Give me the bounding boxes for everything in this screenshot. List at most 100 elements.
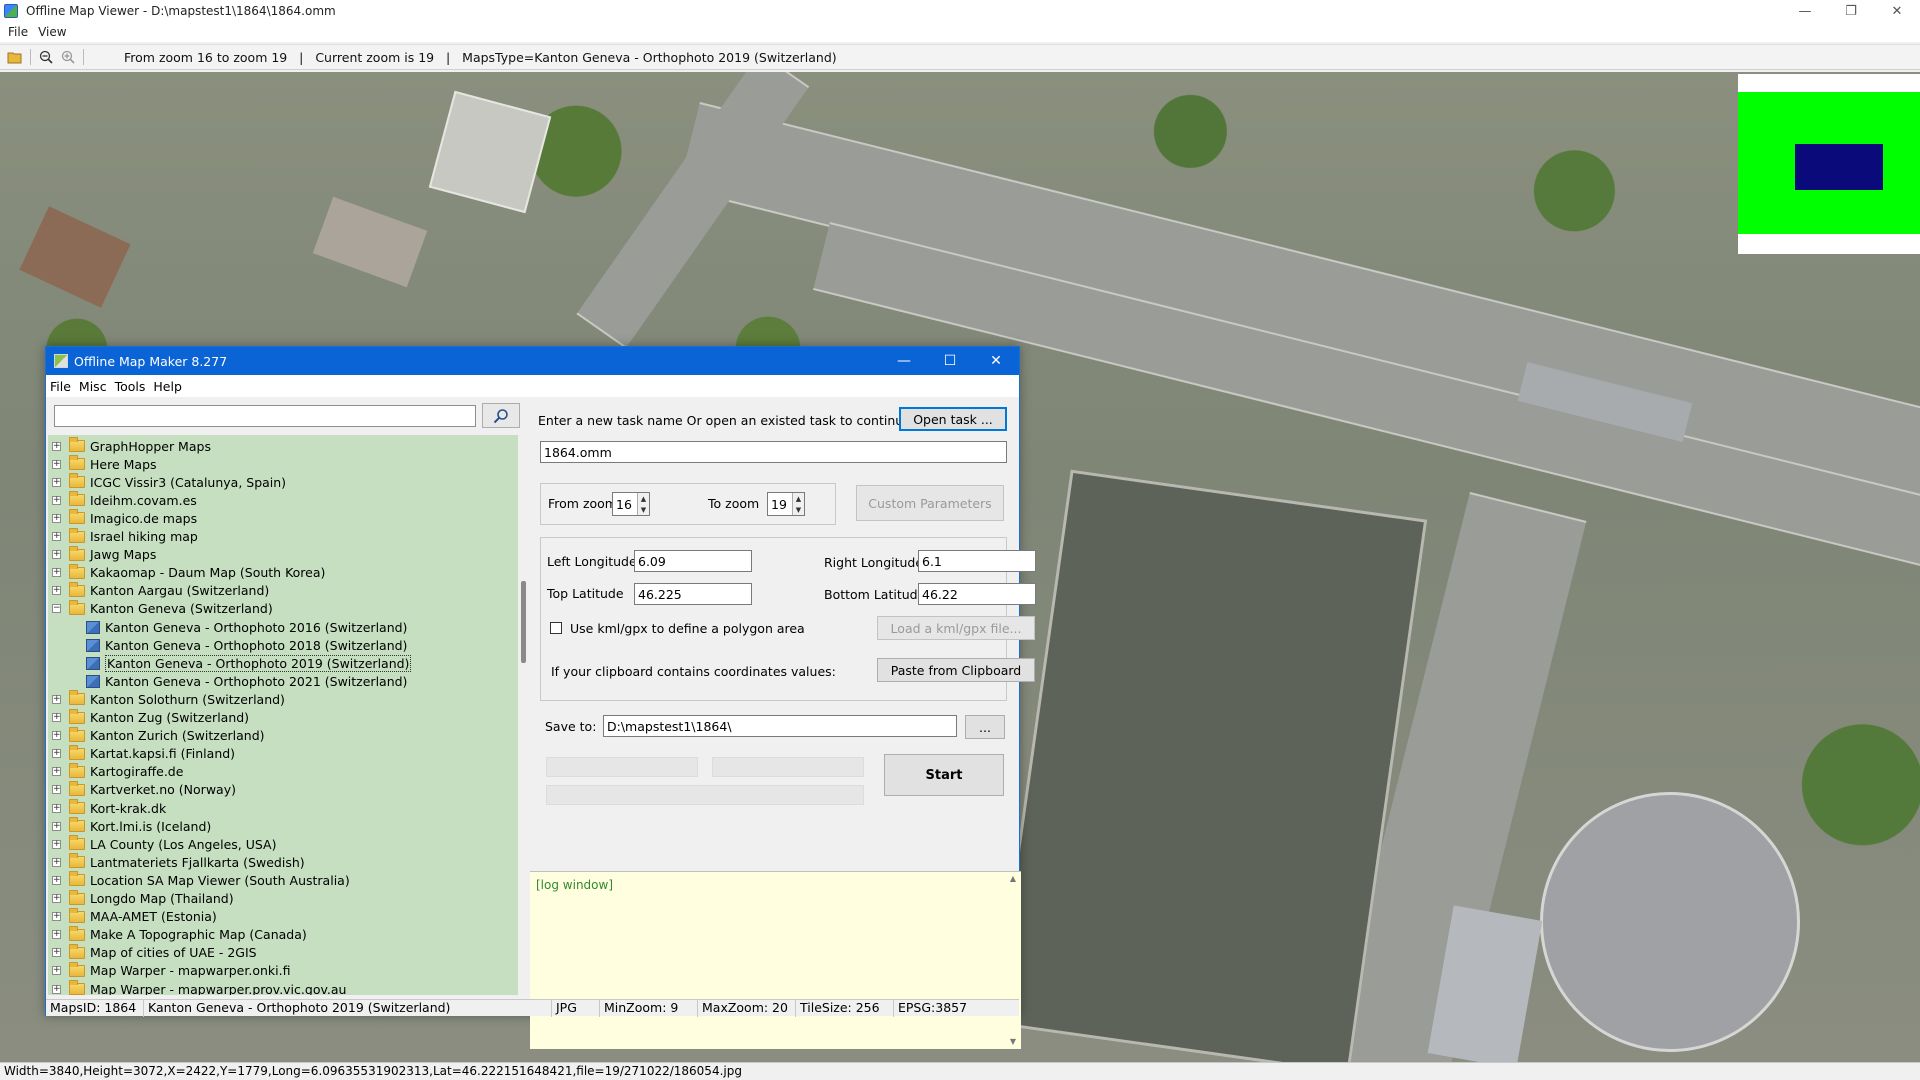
menu-help[interactable]: Help (153, 379, 190, 394)
maximize-icon[interactable]: ☐ (927, 347, 973, 375)
open-task-button[interactable]: Open task ... (899, 407, 1007, 431)
expand-icon[interactable]: + (52, 948, 61, 958)
load-kml-button[interactable]: Load a kml/gpx file... (877, 616, 1035, 640)
tree-item[interactable]: + LA County (Los Angeles, USA) (48, 835, 277, 853)
spin-up-icon[interactable]: ▲ (796, 495, 801, 503)
start-button[interactable]: Start (884, 754, 1004, 796)
paste-clipboard-button[interactable]: Paste from Clipboard (877, 658, 1035, 682)
tree-item[interactable]: + Kort-krak.dk (48, 799, 166, 817)
tree-item[interactable]: + Ideihm.covam.es (48, 491, 197, 509)
search-button[interactable] (482, 403, 520, 428)
tree-item[interactable]: + Make A Topographic Map (Canada) (48, 925, 307, 944)
to-zoom-spinner[interactable]: ▲ ▼ (792, 493, 804, 515)
tree-item[interactable]: + Kanton Zug (Switzerland) (48, 708, 249, 727)
spin-down-icon[interactable]: ▼ (641, 506, 646, 514)
expand-icon[interactable]: + (52, 894, 61, 903)
tree-item[interactable]: + Kakaomap - Daum Map (South Korea) (48, 563, 325, 582)
tree-item[interactable]: + Kartverket.no (Norway) (48, 780, 236, 799)
browse-button[interactable]: ... (965, 715, 1005, 739)
expand-icon[interactable]: + (52, 930, 61, 940)
scroll-down-icon[interactable]: ▼ (1007, 1037, 1019, 1046)
menu-tools[interactable]: Tools (115, 379, 154, 394)
tree-item[interactable]: + ICGC Vissir3 (Catalunya, Spain) (48, 473, 286, 491)
menu-view[interactable]: View (36, 25, 74, 39)
expand-icon[interactable]: + (52, 477, 61, 487)
tree-scrollbar-thumb[interactable] (521, 581, 526, 663)
tree-scrollbar[interactable] (518, 435, 530, 995)
expand-icon[interactable]: + (52, 785, 61, 795)
log-scrollbar[interactable]: ▲ ▼ (1007, 874, 1019, 1046)
expand-icon[interactable]: + (52, 803, 61, 813)
left-longitude-field[interactable]: 6.09 (634, 550, 752, 572)
minimap-viewport[interactable] (1795, 144, 1883, 190)
tree-item[interactable]: + Imagico.de maps (48, 509, 197, 527)
expand-icon[interactable]: + (52, 966, 61, 976)
save-to-field[interactable]: D:\mapstest1\1864\ (603, 715, 957, 737)
tree-item[interactable]: + Map Warper - mapwarper.onki.fi (48, 961, 290, 980)
tree-item[interactable]: Kanton Geneva - Orthophoto 2019 (Switzer… (48, 654, 412, 672)
zoom-out-icon[interactable] (35, 47, 57, 67)
spin-up-icon[interactable]: ▲ (641, 495, 646, 503)
expand-icon[interactable]: + (52, 568, 61, 578)
from-zoom-stepper[interactable]: 16 ▲ ▼ (612, 492, 650, 516)
expand-icon[interactable]: + (52, 912, 61, 922)
tree-item[interactable]: + Kort.lmi.is (Iceland) (48, 817, 211, 835)
minimap[interactable] (1738, 74, 1920, 254)
minimize-icon[interactable]: — (881, 347, 927, 375)
scroll-up-icon[interactable]: ▲ (1007, 874, 1019, 883)
to-zoom-stepper[interactable]: 19 ▲ ▼ (767, 492, 805, 516)
zoom-in-icon[interactable] (57, 47, 79, 67)
expand-icon[interactable]: + (52, 767, 61, 777)
expand-icon[interactable]: + (52, 857, 61, 867)
tree-item[interactable]: + MAA-AMET (Estonia) (48, 907, 217, 926)
custom-parameters-button[interactable]: Custom Parameters (856, 485, 1004, 521)
menu-file[interactable]: File (6, 25, 36, 39)
tree-item[interactable]: + Longdo Map (Thailand) (48, 889, 234, 908)
tree-item[interactable]: + Kartogiraffe.de (48, 762, 183, 781)
dialog-titlebar[interactable]: Offline Map Maker 8.277 — ☐ ✕ (46, 347, 1019, 375)
expand-icon[interactable]: + (52, 749, 61, 759)
bottom-latitude-field[interactable]: 46.22 (918, 583, 1036, 605)
tree-item[interactable]: + Kanton Zurich (Switzerland) (48, 726, 265, 745)
tree-item[interactable]: + Jawg Maps (48, 545, 156, 564)
collapse-icon[interactable]: − (52, 604, 61, 614)
expand-icon[interactable]: + (52, 713, 61, 722)
expand-icon[interactable]: + (52, 532, 61, 541)
tree-item[interactable]: + Kanton Solothurn (Switzerland) (48, 690, 285, 708)
kml-polygon-checkbox[interactable] (550, 622, 562, 634)
expand-icon[interactable]: + (52, 821, 61, 831)
close-icon[interactable]: ✕ (1874, 0, 1920, 22)
spin-down-icon[interactable]: ▼ (796, 506, 801, 514)
expand-icon[interactable]: + (52, 731, 61, 741)
log-window[interactable]: [log window] ▲ ▼ (530, 871, 1021, 1049)
tree-item[interactable]: + Map Warper - mapwarper.prov.vic.gov.au (48, 980, 346, 995)
top-latitude-field[interactable]: 46.225 (634, 583, 752, 605)
expand-icon[interactable]: + (52, 513, 61, 523)
minimize-icon[interactable]: — (1782, 0, 1828, 22)
tree-item[interactable]: + Here Maps (48, 455, 157, 473)
expand-icon[interactable]: + (52, 586, 61, 596)
tree-item[interactable]: + Location SA Map Viewer (South Australia… (48, 871, 350, 889)
menu-misc[interactable]: Misc (79, 379, 115, 394)
expand-icon[interactable]: + (52, 694, 61, 704)
from-zoom-spinner[interactable]: ▲ ▼ (637, 493, 649, 515)
expand-icon[interactable]: + (52, 875, 61, 885)
tree-item[interactable]: + Kartat.kapsi.fi (Finland) (48, 744, 235, 763)
expand-icon[interactable]: + (52, 459, 61, 469)
expand-icon[interactable]: + (52, 441, 61, 451)
tree-item[interactable]: + Lantmateriets Fjallkarta (Swedish) (48, 853, 305, 871)
close-icon[interactable]: ✕ (973, 347, 1019, 375)
tree-item[interactable]: Kanton Geneva - Orthophoto 2018 (Switzer… (48, 636, 407, 654)
right-longitude-field[interactable]: 6.1 (918, 550, 1036, 572)
tree-item[interactable]: − Kanton Geneva (Switzerland) (48, 599, 273, 618)
tree-item[interactable]: Kanton Geneva - Orthophoto 2016 (Switzer… (48, 618, 407, 636)
map-source-tree[interactable]: + GraphHopper Maps + Here Maps + ICGC Vissir3… (48, 435, 518, 995)
expand-icon[interactable]: + (52, 984, 61, 994)
tree-item[interactable]: + GraphHopper Maps (48, 437, 211, 455)
expand-icon[interactable]: + (52, 550, 61, 560)
tree-item[interactable]: Kanton Geneva - Orthophoto 2021 (Switzer… (48, 672, 407, 690)
task-name-field[interactable]: 1864.omm (540, 441, 1007, 463)
expand-icon[interactable]: + (52, 495, 61, 505)
search-input[interactable] (54, 405, 476, 427)
restore-icon[interactable]: ❐ (1828, 0, 1874, 22)
